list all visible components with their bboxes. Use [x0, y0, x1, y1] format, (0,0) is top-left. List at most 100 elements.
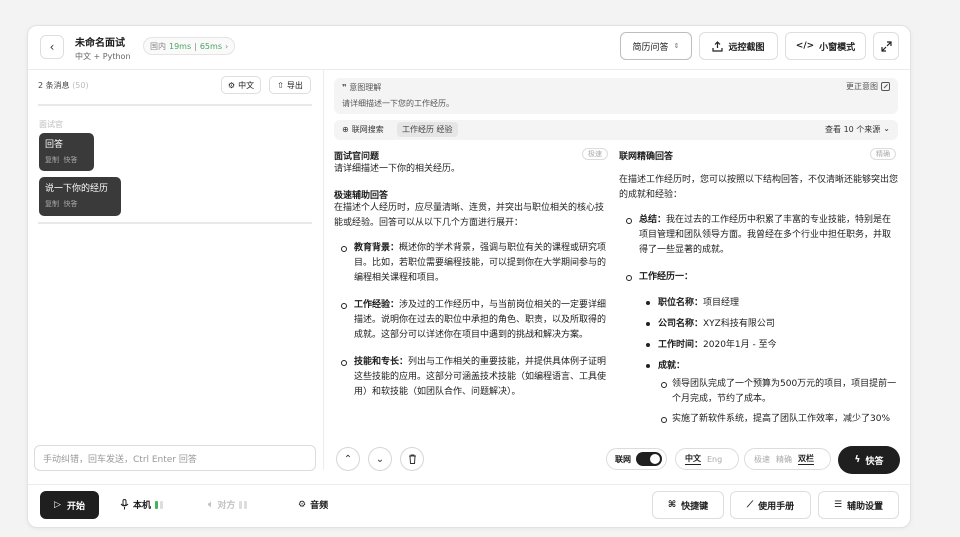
- message-count: 2 条消息 (50): [38, 80, 89, 91]
- copy-link[interactable]: 复制: [45, 156, 59, 164]
- manual-label: 使用手册: [758, 501, 795, 512]
- resume-qa-select[interactable]: 简历问答 ⇕: [620, 32, 692, 60]
- scroll-down-button[interactable]: ⌄: [368, 447, 392, 471]
- back-button[interactable]: ‹: [40, 35, 64, 59]
- magic-wand-icon: ⟋: [746, 500, 754, 510]
- sliders-icon: ☰: [833, 500, 843, 510]
- remote-screenshot-button[interactable]: 远控截图: [699, 32, 778, 60]
- message-text: 说一下你的经历: [45, 184, 109, 194]
- quick-answer-label: 快答: [865, 456, 884, 467]
- latency-badge[interactable]: 国内 19ms | 65ms ›: [143, 37, 236, 55]
- shortcut-label: 快捷键: [681, 501, 709, 512]
- remote-audio-label: 对方: [217, 501, 236, 511]
- web-search-toggle-label: 联网: [615, 454, 631, 464]
- precise-answer-list: 总结：我在过去的工作经历中积累了丰富的专业技能，特别是在项目管理和团队领导方面。…: [619, 213, 898, 426]
- screenshot-icon: [712, 40, 724, 52]
- edit-icon: [881, 82, 890, 91]
- summary-text: 我在过去的工作经历中积累了丰富的专业技能，特别是在项目管理和团队领导方面。我曾经…: [639, 215, 892, 255]
- message-count-text: 2 条消息: [38, 81, 70, 90]
- export-label: 导出: [286, 80, 303, 90]
- precise-answer-heading: 联网精确回答: [619, 152, 674, 162]
- lang-chinese-option[interactable]: 中文: [685, 453, 701, 465]
- chevron-left-icon: ‹: [49, 40, 55, 54]
- list-item: 工作经历一： 职位名称：项目经理 公司名称：XYZ科技有限公司 工作时间：202…: [619, 270, 898, 426]
- precise-tag: 精确: [870, 148, 896, 160]
- code-icon: </>: [795, 41, 815, 51]
- field-key: 成就：: [658, 361, 686, 371]
- language-button[interactable]: ⚙ 中文: [221, 76, 261, 94]
- job-field: 成就： 领导团队完成了一个预算为500万元的项目，项目提前一个月完成，节约了成本…: [639, 359, 898, 426]
- answer-mode-segment[interactable]: 极速 精确 双栏: [744, 448, 831, 470]
- field-value: XYZ科技有限公司: [703, 319, 775, 329]
- intent-heading: ❞ 意图理解: [342, 82, 381, 93]
- message-count-extra: (50): [72, 81, 89, 90]
- precise-answer-column: 联网精确回答 精确 在描述工作经历时，您可以按照以下结构回答，不仅清晰还能够突出…: [619, 146, 898, 426]
- list-item-title: 工作经验：: [354, 300, 400, 310]
- local-mic-button[interactable]: 本机: [120, 498, 164, 511]
- mode-precise-option[interactable]: 精确: [776, 454, 792, 465]
- toggle-switch[interactable]: [636, 452, 662, 466]
- start-button[interactable]: ▷ 开始: [40, 491, 99, 519]
- interviewer-role-label: 面试官: [39, 120, 63, 129]
- field-key: 职位名称：: [658, 298, 704, 308]
- list-item: 工作经验：涉及过的工作经历中，与当前岗位相关的一定要详细描述。说明你在过去的职位…: [334, 298, 610, 343]
- session-title: 未命名面试: [75, 38, 125, 49]
- answer-toolbar: ⌃ ⌄ 联网 中文 Eng 极速 精确 双栏 ϟ 快答: [334, 446, 900, 474]
- list-item-title: 技能和专长：: [354, 357, 409, 367]
- lang-english-option[interactable]: Eng: [707, 455, 722, 464]
- upload-icon: ⇧: [277, 80, 284, 90]
- local-mic-label: 本机: [133, 501, 152, 511]
- quote-icon: ❞: [342, 83, 347, 92]
- quick-answer-button[interactable]: ϟ 快答: [838, 446, 900, 474]
- quick-answer-link[interactable]: 快答: [63, 156, 77, 164]
- bottom-bar: ▷ 开始 本机 🔈︎ 对方 ⚙ 音频 ⌘ 快捷键 ⟋ 使用手册 ☰ 辅助设置: [28, 484, 910, 527]
- audio-settings-button[interactable]: ⚙ 音频: [298, 498, 328, 512]
- list-item: 技能和专长：列出与工作相关的重要技能，并提供具体例子证明这些技能的应用。这部分可…: [334, 355, 610, 400]
- intent-heading-text: 意图理解: [349, 83, 382, 92]
- message-text: 回答: [45, 140, 64, 150]
- mode-fast-option[interactable]: 极速: [754, 454, 770, 465]
- command-icon: ⌘: [667, 500, 677, 510]
- achievement-item: 领导团队完成了一个预算为500万元的项目，项目提前一个月完成，节约了成本。: [658, 377, 898, 407]
- resume-qa-label: 简历问答: [632, 42, 669, 53]
- copy-link[interactable]: 复制: [45, 200, 59, 208]
- scroll-up-button[interactable]: ⌃: [336, 447, 360, 471]
- latency-total: 65ms: [199, 41, 222, 51]
- trash-icon: [408, 454, 416, 464]
- job-field: 工作时间：2020年1月 - 至今: [639, 338, 898, 353]
- message-bubble[interactable]: 说一下你的经历 复制 快答: [39, 177, 121, 216]
- remote-audio-button[interactable]: 🔈︎ 对方: [208, 498, 248, 511]
- precise-answer-intro: 在描述工作经历时，您可以按照以下结构回答，不仅清晰还能够突出您的成就和经验：: [619, 175, 898, 200]
- conversation-toolbar: 2 条消息 (50) ⚙ 中文 ⇧ 导出: [38, 76, 314, 94]
- conversation-panel: 2 条消息 (50) ⚙ 中文 ⇧ 导出 面试官 回答 复制 快答 说一下你的经…: [28, 70, 324, 471]
- answer-language-segment[interactable]: 中文 Eng: [675, 448, 739, 470]
- view-sources-button[interactable]: 查看 10 个来源 ⌄: [825, 124, 890, 135]
- correct-intent-button[interactable]: 更正意图: [846, 81, 890, 92]
- divider: [38, 104, 312, 106]
- web-search-toggle[interactable]: 联网: [606, 448, 667, 470]
- expand-button[interactable]: [873, 32, 899, 60]
- shortcut-button[interactable]: ⌘ 快捷键: [652, 491, 724, 519]
- mini-window-label: 小窗模式: [819, 42, 856, 53]
- export-button[interactable]: ⇧ 导出: [269, 76, 311, 94]
- chevron-right-icon: ›: [224, 41, 229, 51]
- mini-window-button[interactable]: </> 小窗模式: [785, 32, 866, 60]
- gear-icon: ⚙: [227, 80, 236, 90]
- list-item-title: 教育背景：: [354, 243, 400, 253]
- chevron-up-icon: ⌃: [343, 453, 353, 465]
- correction-input[interactable]: 手动纠错，回车发送，Ctrl Enter 回答: [34, 445, 316, 471]
- assist-settings-button[interactable]: ☰ 辅助设置: [818, 491, 899, 519]
- mode-dual-option[interactable]: 双栏: [798, 453, 814, 465]
- view-sources-label: 查看 10 个来源: [825, 125, 881, 134]
- web-search-label: ⊕ 联网搜索: [342, 124, 384, 135]
- divider: [38, 222, 312, 224]
- globe-icon: ⊕: [342, 125, 349, 134]
- session-subtitle: 中文 + Python: [75, 52, 131, 61]
- delete-button[interactable]: [400, 447, 424, 471]
- message-bubble[interactable]: 回答 复制 快答: [39, 133, 94, 171]
- field-key: 公司名称：: [658, 319, 704, 329]
- quick-answer-link[interactable]: 快答: [63, 200, 77, 208]
- manual-button[interactable]: ⟋ 使用手册: [730, 491, 811, 519]
- list-item: 总结：我在过去的工作经历中积累了丰富的专业技能，特别是在项目管理和团队领导方面。…: [619, 213, 898, 258]
- search-query-chip: 工作经历 经验: [397, 122, 458, 137]
